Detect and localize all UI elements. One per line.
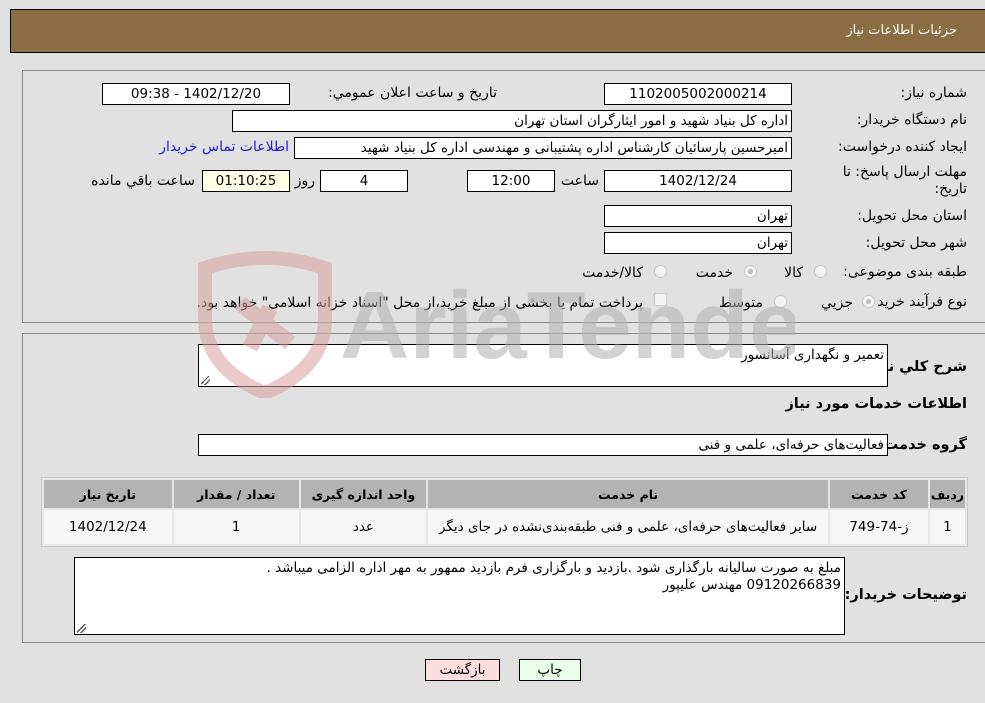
cell-need-date: 1402/12/24 (44, 510, 172, 544)
cell-row-number: 1 (929, 510, 965, 544)
announce-datetime-label: تاریخ و ساعت اعلان عمومي: (328, 85, 497, 101)
category-option-goods: کالا (784, 265, 803, 281)
cell-unit: عدد (300, 510, 426, 544)
back-button[interactable]: بازگشت (425, 659, 500, 681)
need-number-label: شماره نیاز: (900, 85, 968, 101)
buyer-notes-label: توضیحات خریدار: (844, 587, 967, 603)
col-header-need-date: تاریخ نیاز (44, 480, 172, 508)
purchase-option-medium: متوسط (719, 295, 763, 311)
service-group-label: گروه خدمت: (877, 437, 967, 453)
category-option-service: خدمت (695, 265, 733, 281)
description-text: تعمیر و نگهداری آسانسور (741, 347, 884, 363)
buyer-org-field: اداره کل بنیاد شهید و امور ایثارگران است… (232, 110, 792, 132)
buyer-org-label: نام دستگاه خریدار: (856, 112, 967, 128)
col-header-unit: واحد اندازه گیری (300, 480, 426, 508)
col-header-quantity: تعداد / مقدار (173, 480, 299, 508)
table-row: 1 ز-74-749 سایر فعالیت‌های حرفه‌ای، علمی… (44, 510, 965, 544)
resize-grip-icon[interactable] (77, 624, 86, 633)
delivery-city-label: شهر محل تحویل: (865, 235, 967, 251)
service-group-field: فعالیت‌های حرفه‌ای، علمی و فنی (198, 434, 888, 456)
services-panel: شرح کلي نیاز: تعمیر و نگهداری آسانسور اط… (22, 333, 985, 643)
announce-datetime-field: 1402/12/20 - 09:38 (102, 83, 290, 105)
need-info-panel: شماره نیاز: 1102005002000214 تاریخ و ساع… (22, 70, 985, 323)
col-header-row-number: ردیف (929, 480, 965, 508)
time-remaining-field: 01:10:25 (202, 170, 290, 192)
table-header-row: ردیف کد خدمت نام خدمت واحد اندازه گیری ت… (44, 480, 965, 508)
delivery-province-field: تهران (604, 205, 792, 227)
delivery-province-label: استان محل تحویل: (857, 208, 967, 224)
print-button[interactable]: چاپ (519, 659, 581, 681)
page-header: جزئیات اطلاعات نیاز (10, 9, 985, 53)
purchase-radio-medium[interactable] (774, 295, 787, 308)
deadline-time-label: ساعت (560, 173, 599, 189)
purchase-type-label: نوع فرآیند خرید : (868, 294, 967, 310)
buyer-contact-link[interactable]: اطلاعات تماس خریدار (159, 139, 289, 155)
category-option-goods-service: کالا/خدمت (582, 265, 643, 281)
col-header-service-code: کد خدمت (830, 480, 928, 508)
treasury-checkbox[interactable] (654, 293, 667, 306)
deadline-date-field: 1402/12/24 (604, 170, 792, 192)
category-radio-goods-service[interactable] (654, 265, 667, 278)
category-radio-goods[interactable] (814, 265, 827, 278)
requester-label: ایجاد کننده درخواست: (838, 139, 967, 155)
deadline-label: مهلت ارسال پاسخ: تا تاریخ: (842, 164, 967, 197)
purchase-radio-minor[interactable] (862, 295, 875, 308)
category-label: طبقه بندی موضوعی: (843, 264, 967, 280)
buyer-notes-textarea[interactable]: مبلغ به صورت سالیانه بارگذاری شود .بازدی… (74, 557, 845, 635)
services-title: اطلاعات خدمات مورد نیاز (785, 396, 967, 412)
purchase-option-minor: جزیي (821, 295, 853, 311)
cell-service-name: سایر فعالیت‌های حرفه‌ای، علمی و فنی طبقه… (428, 510, 829, 544)
requester-field: امیرحسین پارسائیان کارشناس اداره پشتیبان… (294, 137, 792, 159)
col-header-service-name: نام خدمت (428, 480, 829, 508)
days-remaining-field: 4 (320, 170, 408, 192)
delivery-city-field: تهران (604, 232, 792, 254)
buyer-notes-line-1: مبلغ به صورت سالیانه بارگذاری شود .بازدی… (266, 560, 841, 576)
buyer-notes-line-2: 09120266839 مهندس علیپور (662, 577, 841, 593)
cell-service-code: ز-74-749 (830, 510, 928, 544)
cell-quantity: 1 (173, 510, 299, 544)
need-number-field: 1102005002000214 (604, 83, 792, 105)
description-textarea[interactable]: تعمیر و نگهداری آسانسور (198, 344, 888, 387)
category-radio-service[interactable] (744, 265, 757, 278)
deadline-time-field: 12:00 (467, 170, 555, 192)
page-title: جزئیات اطلاعات نیاز (846, 23, 957, 38)
services-table: ردیف کد خدمت نام خدمت واحد اندازه گیری ت… (41, 477, 968, 547)
resize-grip-icon[interactable] (201, 376, 210, 385)
treasury-note: پرداخت تمام یا بخشی از مبلغ خرید،از محل … (196, 295, 643, 311)
time-remaining-label: ساعت باقي مانده (91, 173, 195, 189)
